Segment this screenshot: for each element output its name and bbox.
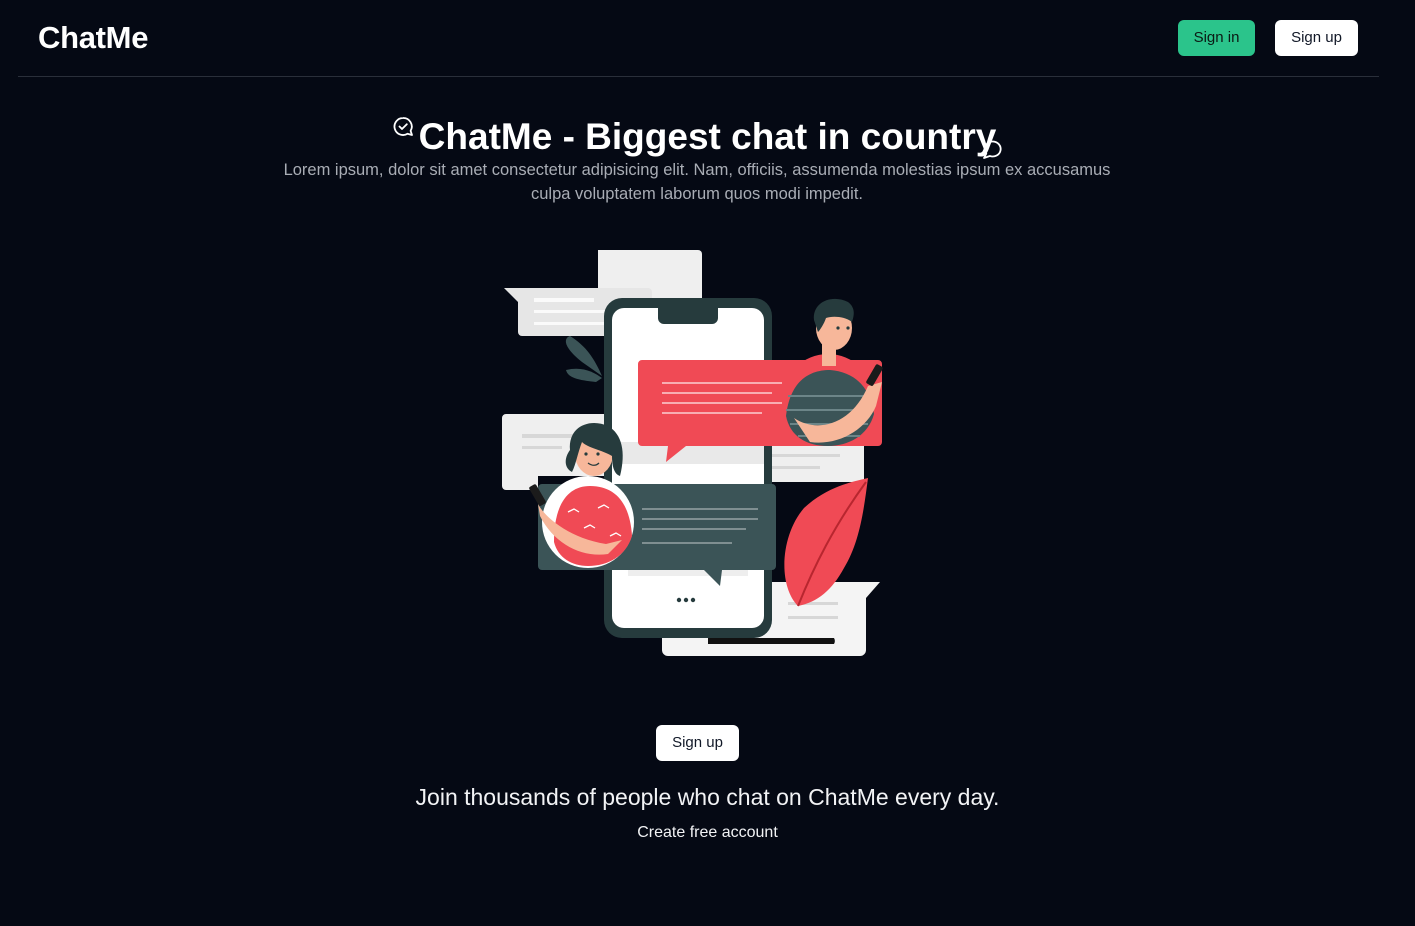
bg-bubble-right [760, 442, 864, 482]
sign-in-button[interactable]: Sign in [1178, 20, 1255, 56]
people-chatting-on-phone-illustration [502, 250, 883, 656]
phone-screen [612, 308, 764, 628]
create-account-text: Create free account [0, 821, 1415, 845]
logo[interactable]: ChatMe [38, 20, 148, 56]
hero-title-text: ChatMe - Biggest chat in country [418, 116, 997, 158]
hero-title: ChatMe - Biggest chat in country [0, 112, 1415, 160]
landing-page: ChatMe Sign in Sign up ChatMe - Biggest … [0, 0, 1415, 926]
join-text: Join thousands of people who chat on Cha… [415, 784, 1000, 810]
main-sign-up-button[interactable]: Sign up [656, 725, 739, 761]
create-free-account-link[interactable]: Create free account [637, 824, 778, 841]
hero-description: Lorem ipsum, dolor sit amet consectetur … [283, 161, 1111, 203]
phone-notch [658, 308, 718, 324]
header-sign-up-button[interactable]: Sign up [1275, 20, 1358, 56]
top-navbar: ChatMe Sign in Sign up [18, 0, 1379, 77]
